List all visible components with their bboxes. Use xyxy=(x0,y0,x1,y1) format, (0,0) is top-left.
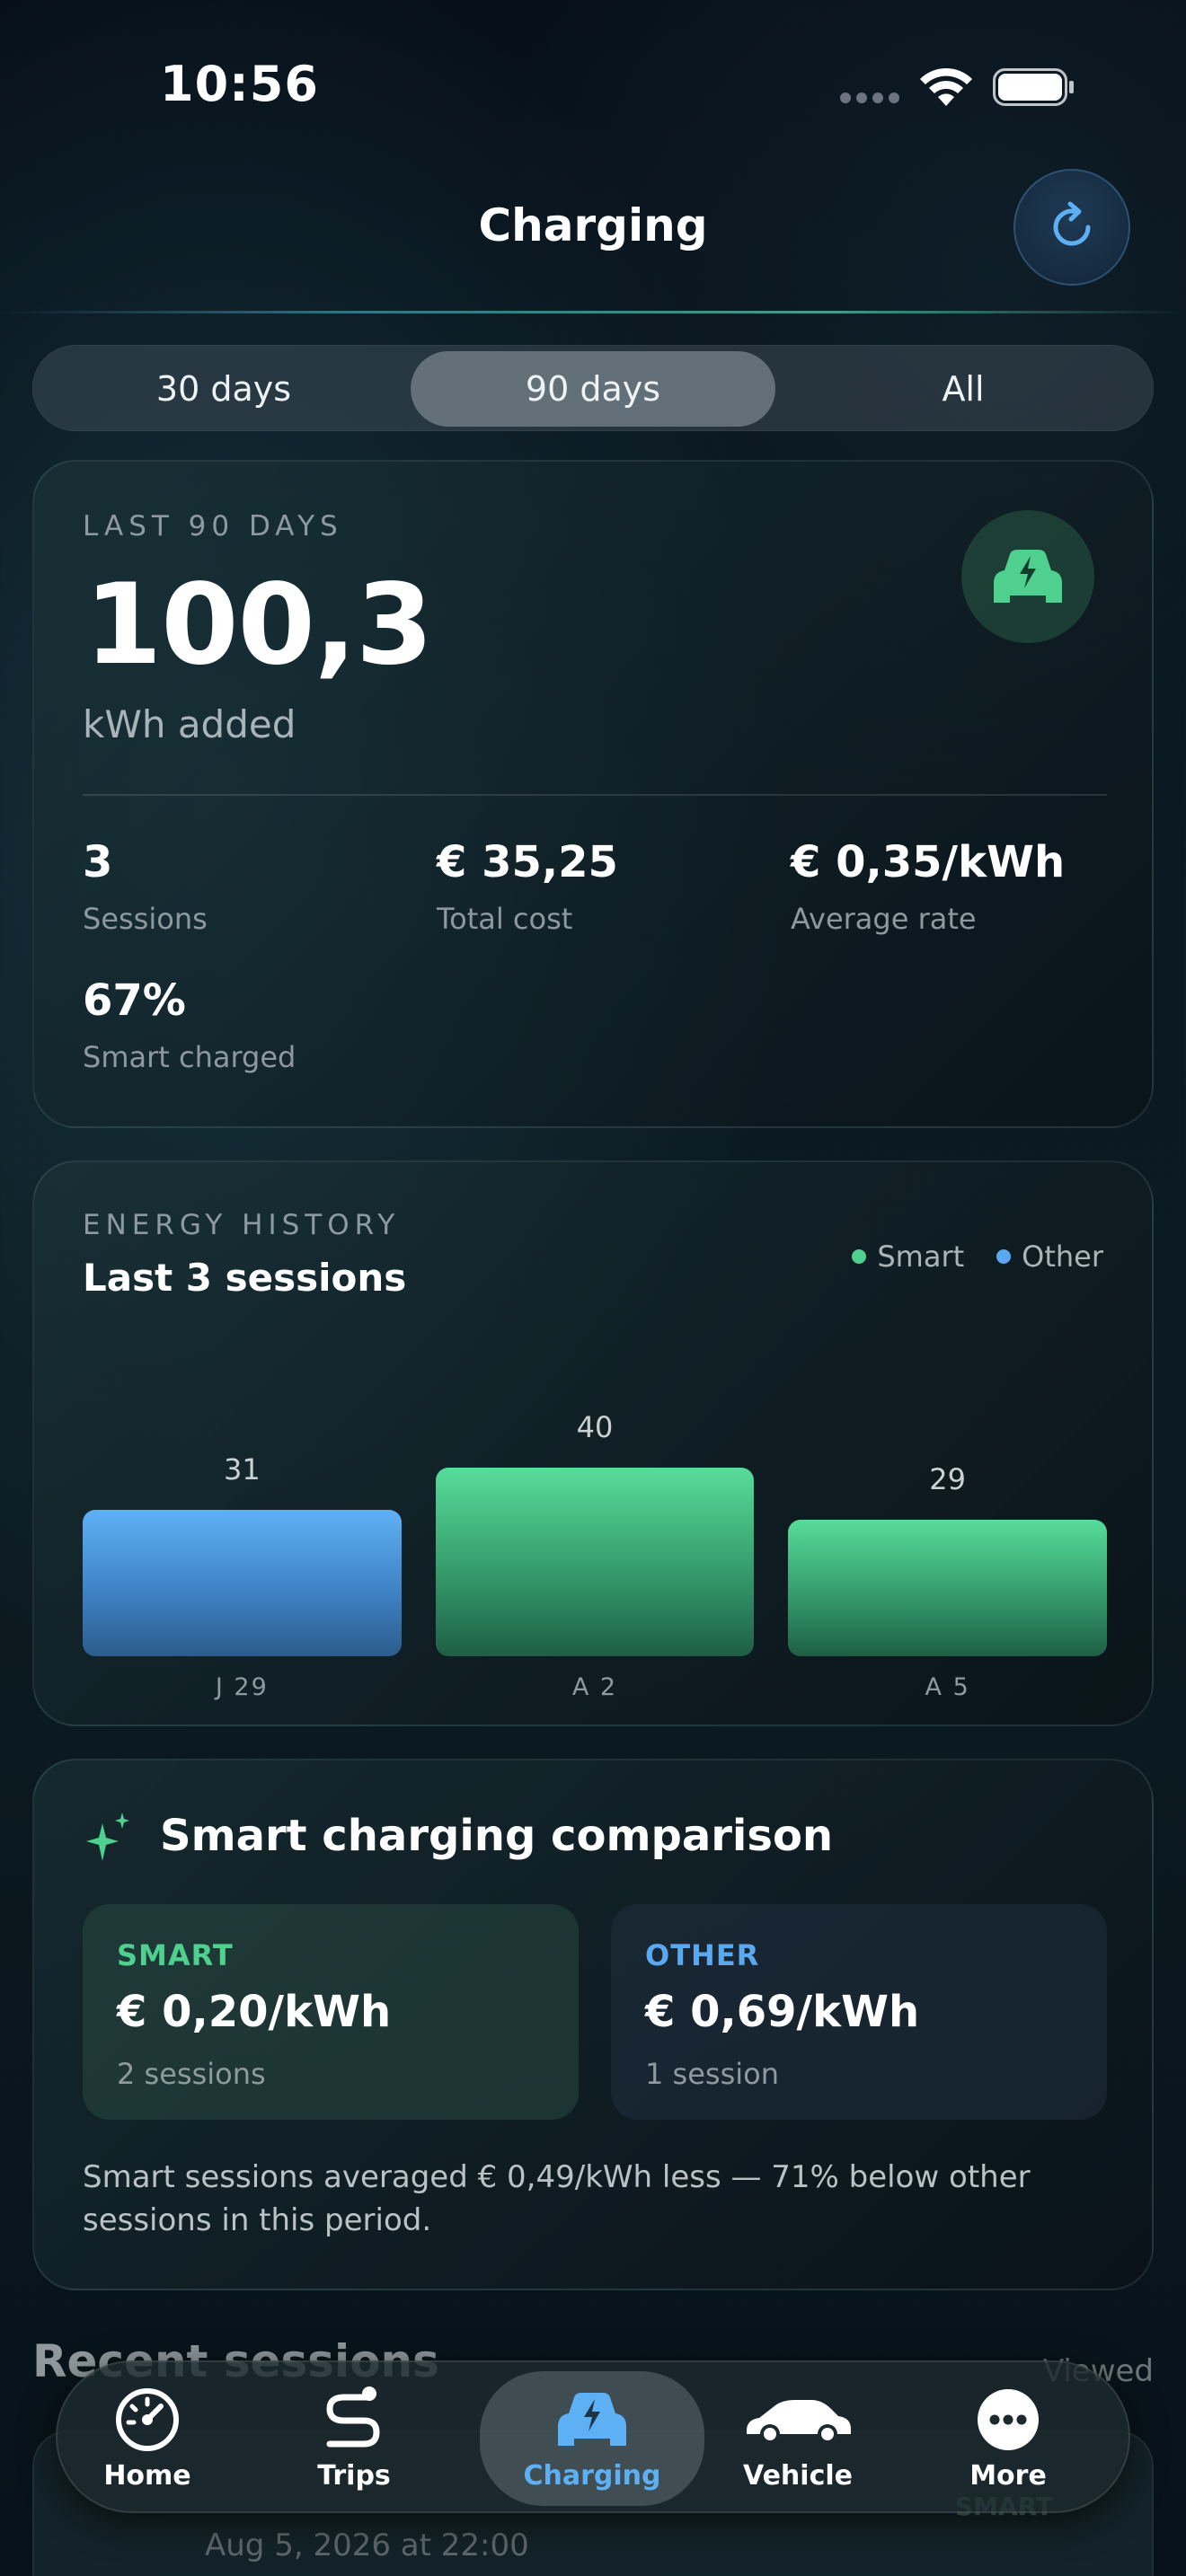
smart-session-count: 2 sessions xyxy=(117,2057,266,2091)
other-rate-tag: OTHER xyxy=(645,1938,760,1972)
tab-30-days[interactable]: 30 days xyxy=(40,351,407,427)
charging-car-icon xyxy=(558,2392,626,2446)
legend-other: Other xyxy=(996,1239,1103,1274)
page-title: Charging xyxy=(478,199,708,251)
bar-category-label: A 2 xyxy=(571,1673,618,1701)
nav-trips[interactable]: Trips xyxy=(264,2362,444,2515)
sessions-count-value: 3 xyxy=(83,837,113,887)
header-divider xyxy=(0,311,1186,313)
chart-legend: Smart Other xyxy=(852,1239,1103,1274)
history-title: Last 3 sessions xyxy=(83,1256,407,1300)
energy-bar-chart: 31 J 29 40 A 2 29 A 5 xyxy=(83,1396,1107,1701)
refresh-icon xyxy=(1053,201,1091,246)
smart-rate-value: € 0,20/kWh xyxy=(117,1987,392,2037)
energy-history-card: ENERGY HISTORY Last 3 sessions Smart Oth… xyxy=(32,1160,1154,1726)
bar-column: 40 A 2 xyxy=(435,1396,755,1701)
bar-category-label: J 29 xyxy=(215,1673,269,1701)
bar[interactable] xyxy=(435,1468,755,1656)
comparison-title: Smart charging comparison xyxy=(160,1811,834,1861)
tab-all[interactable]: All xyxy=(779,351,1147,427)
history-eyebrow: ENERGY HISTORY xyxy=(83,1209,401,1241)
car-icon xyxy=(747,2399,851,2444)
legend-smart-label: Smart xyxy=(877,1239,965,1274)
other-rate-value: € 0,69/kWh xyxy=(645,1987,920,2037)
smart-rate-box: SMART € 0,20/kWh 2 sessions xyxy=(83,1904,579,2120)
total-cost-value: € 35,25 xyxy=(437,837,618,887)
charging-car-icon xyxy=(994,550,1062,603)
average-rate-label: Average rate xyxy=(791,902,977,936)
bar[interactable] xyxy=(83,1510,402,1656)
refresh-button[interactable] xyxy=(1013,169,1130,286)
legend-smart: Smart xyxy=(852,1239,964,1274)
nav-charging-label: Charging xyxy=(523,2459,661,2492)
summary-divider xyxy=(83,794,1107,796)
sparkle-icon xyxy=(86,1813,129,1861)
energy-added-value: 100,3 xyxy=(84,560,433,690)
charging-badge xyxy=(961,510,1094,643)
smart-charged-label: Smart charged xyxy=(83,1040,296,1074)
total-cost-label: Total cost xyxy=(437,902,573,936)
nav-home[interactable]: Home xyxy=(58,2362,237,2515)
comparison-note: Smart sessions averaged € 0,49/kWh less … xyxy=(83,2159,1031,2238)
legend-smart-dot xyxy=(852,1249,867,1264)
summary-eyebrow: LAST 90 DAYS xyxy=(83,510,343,543)
smart-charged-value: 67% xyxy=(83,975,186,1026)
speedometer-icon xyxy=(116,2387,179,2451)
energy-added-unit: kWh added xyxy=(83,702,296,746)
nav-more-label: More xyxy=(969,2459,1047,2492)
bottom-nav: Home Trips Charging Vehicle More xyxy=(56,2360,1130,2513)
status-bar: 10:56 xyxy=(0,0,1186,171)
status-time: 10:56 xyxy=(160,56,319,112)
nav-vehicle-label: Vehicle xyxy=(743,2459,853,2492)
cellular-signal-icon xyxy=(840,93,899,103)
wifi-icon xyxy=(920,67,972,106)
battery-icon xyxy=(993,68,1074,106)
nav-trips-label: Trips xyxy=(317,2459,391,2492)
bar-column: 29 A 5 xyxy=(788,1396,1107,1701)
bar-value-label: 40 xyxy=(576,1410,614,1444)
bar-value-label: 29 xyxy=(929,1461,967,1496)
bar-category-label: A 5 xyxy=(925,1673,970,1701)
more-icon xyxy=(978,2388,1039,2450)
legend-other-dot xyxy=(996,1249,1012,1264)
other-session-count: 1 session xyxy=(645,2057,779,2091)
recent-session-date: Aug 5, 2026 at 22:00 xyxy=(205,2527,529,2563)
nav-more[interactable]: More xyxy=(918,2362,1098,2515)
other-rate-box: OTHER € 0,69/kWh 1 session xyxy=(611,1904,1107,2120)
tab-90-days[interactable]: 90 days xyxy=(411,351,775,427)
nav-charging[interactable]: Charging xyxy=(480,2371,704,2506)
legend-other-label: Other xyxy=(1022,1239,1103,1274)
sessions-count-label: Sessions xyxy=(83,902,208,936)
summary-card: LAST 90 DAYS 100,3 kWh added 3 Sessions … xyxy=(32,460,1154,1128)
bar-column: 31 J 29 xyxy=(83,1396,402,1701)
nav-home-label: Home xyxy=(103,2459,191,2492)
smart-comparison-card: Smart charging comparison SMART € 0,20/k… xyxy=(32,1759,1154,2290)
bar-value-label: 31 xyxy=(223,1452,261,1487)
route-icon xyxy=(326,2386,380,2447)
smart-rate-tag: SMART xyxy=(117,1938,234,1972)
bar[interactable] xyxy=(788,1519,1107,1656)
average-rate-value: € 0,35/kWh xyxy=(791,837,1066,887)
nav-vehicle[interactable]: Vehicle xyxy=(708,2362,888,2515)
range-segmented-control: 30 days 90 days All xyxy=(32,345,1154,431)
